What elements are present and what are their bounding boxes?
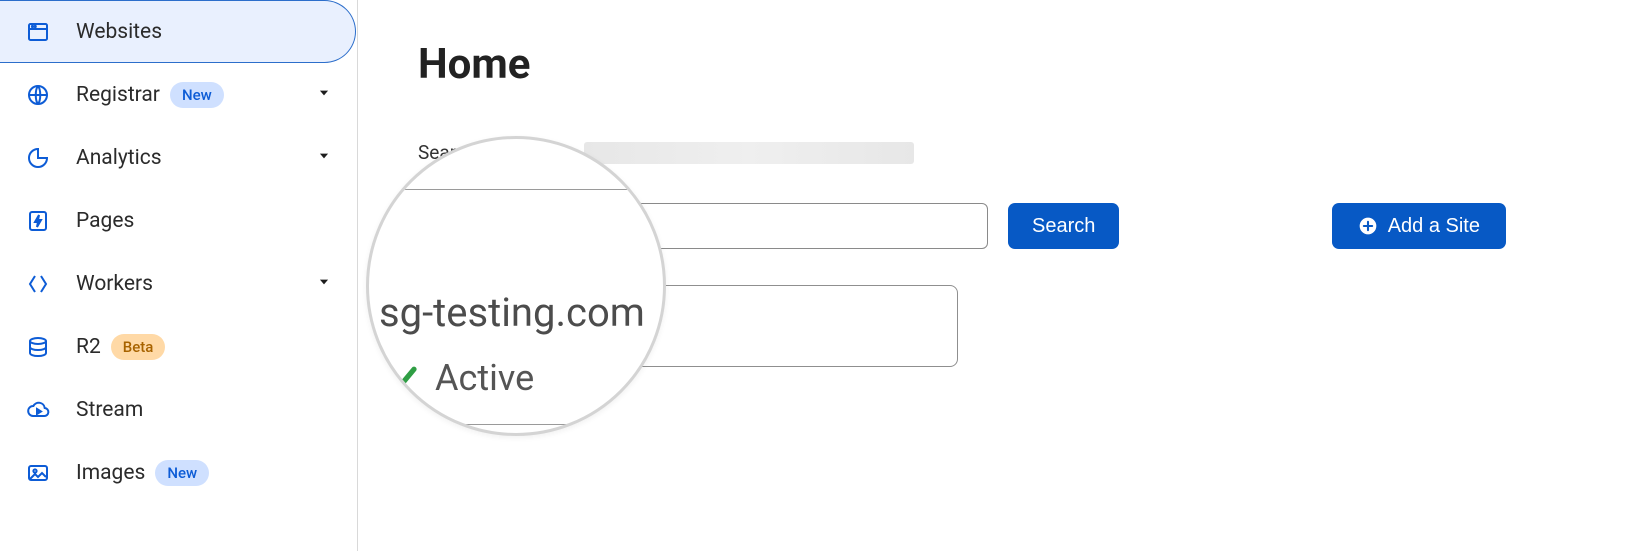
sidebar-item-label: Images [76, 461, 145, 485]
piechart-icon [26, 146, 50, 170]
zoom-lens: sg-testing.com Active [366, 136, 666, 436]
badge-new: New [170, 82, 224, 108]
chevron-down-icon [317, 274, 331, 293]
page-title: Home [418, 40, 1586, 89]
sidebar-item-websites[interactable]: Websites [0, 0, 356, 63]
check-icon [379, 357, 421, 399]
badge-beta: Beta [111, 334, 166, 360]
sidebar-item-workers[interactable]: Workers [0, 252, 357, 315]
sidebar-item-label: Pages [76, 209, 134, 233]
site-domain: sg-testing.com [379, 289, 645, 336]
image-icon [26, 461, 50, 485]
hex-icon [26, 272, 50, 296]
globe-icon [26, 83, 50, 107]
sidebar-item-images[interactable]: Images New [0, 441, 357, 504]
sidebar-item-label: Workers [76, 272, 153, 296]
db-icon [26, 335, 50, 359]
sidebar-item-analytics[interactable]: Analytics [0, 126, 357, 189]
site-status-text: Active [435, 357, 534, 399]
sidebar-item-label: R2 [76, 335, 101, 359]
add-site-button[interactable]: Add a Site [1332, 203, 1506, 249]
lens-divider [369, 189, 663, 190]
sidebar-item-r2[interactable]: R2 Beta [0, 315, 357, 378]
sidebar: Websites Registrar New Analytics Pages [0, 0, 358, 551]
chevron-down-icon [317, 85, 331, 104]
sidebar-item-label: Stream [76, 398, 143, 422]
browser-icon [26, 20, 50, 44]
sidebar-item-label: Registrar [76, 83, 160, 107]
site-status: Active [379, 357, 534, 399]
badge-new: New [155, 460, 209, 486]
sidebar-item-label: Analytics [76, 146, 162, 170]
sidebar-item-label: Websites [76, 20, 162, 44]
sidebar-item-pages[interactable]: Pages [0, 189, 357, 252]
add-site-label: Add a Site [1388, 215, 1480, 238]
chevron-down-icon [317, 148, 331, 167]
cloud-icon [26, 398, 50, 422]
sidebar-item-registrar[interactable]: Registrar New [0, 63, 357, 126]
plus-circle-icon [1358, 216, 1378, 236]
sidebar-item-stream[interactable]: Stream [0, 378, 357, 441]
search-button[interactable]: Search [1008, 203, 1119, 249]
lens-divider [389, 424, 643, 425]
bolt-icon [26, 209, 50, 233]
